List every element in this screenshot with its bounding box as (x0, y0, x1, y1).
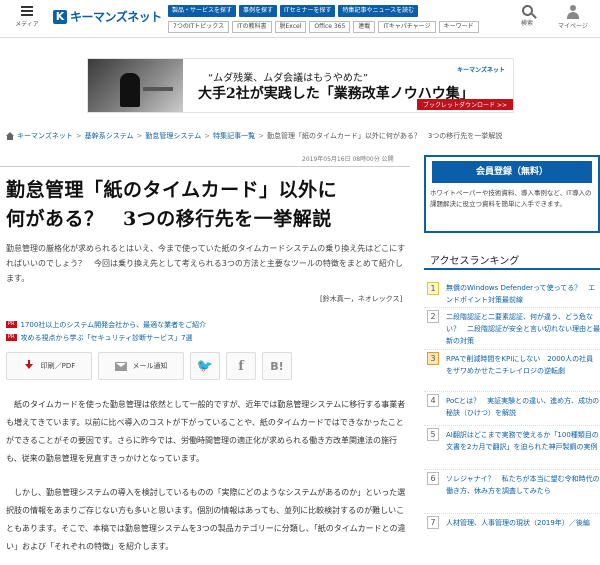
ranking-item[interactable]: 6 ソレジャナイ？ 私たちが本当に望む令和時代の働き方、休み方を調査してみたら (424, 470, 600, 514)
banner-download[interactable]: ブックレットダウンロード >> (417, 99, 513, 110)
search-button[interactable]: 検索 (507, 5, 547, 27)
nav-capacharge[interactable]: ITキャパチャージ (378, 21, 436, 33)
article-title-line1: 勤怠管理「紙のタイムカード」以外に (6, 179, 338, 201)
nav-topics[interactable]: 7つのITトピックス (168, 21, 230, 33)
download-icon (23, 360, 35, 372)
nav-excel[interactable]: 脱Excel (274, 21, 307, 33)
twitter-icon: 🐦 (196, 358, 214, 374)
pr-link-text: 攻める視点から学ぶ「セキュリティ診断サービス」7選 (20, 333, 193, 342)
banner-photo (88, 59, 183, 112)
pr-link-text: 1700社以上のシステム開発会社から、最適な業者をご紹介 (20, 320, 207, 329)
ranking-item[interactable]: 4 PoCとは？ 実証実験との違い、進め方、成功の秘訣（ひけつ）を解説 (424, 392, 600, 426)
ad-banner[interactable]: キーマンズネット “ムダ残業、ムダ会議はもうやめた” 大手2社が実践した「業務改… (87, 58, 514, 113)
hatena-icon: B! (270, 359, 284, 373)
article-lead: 勤怠管理の厳格化が求められるとはいえ、今まで使っていた紙のタイムカードシステムの… (6, 244, 406, 283)
rank-number: 3 (427, 352, 439, 365)
nav-products[interactable]: 製品・サービスを探す (168, 5, 237, 17)
rank-number: 5 (427, 428, 439, 441)
publish-date: 2019年05月16日 08時00分 公開 (302, 156, 394, 163)
breadcrumb-attendance[interactable]: 勤怠管理システム (145, 131, 201, 141)
nav-articles[interactable]: 特集記事やニュースを読む (338, 5, 419, 17)
ranking-item-text: AI翻訳はどこまで実務で使えるか「100種類目の文書を2カ月で翻訳」を迫られた神… (446, 431, 599, 451)
rank-number: 1 (427, 282, 439, 295)
hamburger-icon (21, 6, 33, 16)
menu-button[interactable]: メディア (14, 6, 40, 28)
home-icon (6, 132, 14, 140)
ranking-item[interactable]: 5 AI翻訳はどこまで実務で使えるか「100種類目の文書を2カ月で翻訳」を迫られ… (424, 426, 600, 470)
rank-number: 6 (427, 472, 439, 485)
search-icon (521, 5, 533, 16)
ranking-list: 1 無償のWindows Defenderって使ってる？ エンドポイント対策最前… (424, 280, 600, 544)
ranking-item[interactable]: 1 無償のWindows Defenderって使ってる？ エンドポイント対策最前… (424, 280, 600, 308)
article-title-line2: 何がある？ 3つの移行先を一挙解説 (6, 208, 332, 230)
rank-number: 4 (427, 394, 439, 407)
rank-number: 2 (427, 310, 439, 323)
facebook-icon: f (238, 358, 244, 374)
nav-office365[interactable]: Office 365 (309, 21, 351, 33)
register-box: 会員登録（無料） ホワイトペーパーや技術資料、導入事例など、IT導入の課題解決に… (424, 155, 600, 233)
breadcrumb: キーマンズネット > 基幹系システム > 勤怠管理システム > 特集記事一覧 >… (6, 131, 502, 141)
print-pdf-label: 印刷／PDF (40, 362, 76, 370)
nav-textbook[interactable]: ITの教科書 (232, 21, 272, 33)
ranking-item-text: 人材管理、人事管理の現状（2019年）／後編 (446, 519, 590, 527)
primary-nav: 製品・サービスを探す 事例を探す ITセミナーを探す 特集記事やニュースを読む (168, 5, 419, 17)
facebook-share-button[interactable]: f (226, 352, 256, 380)
banner-logo: キーマンズネット (457, 67, 505, 74)
breadcrumb-core-systems[interactable]: 基幹系システム (85, 131, 134, 141)
logo-text: キーマンズネット (70, 10, 162, 24)
article-title: 勤怠管理「紙のタイムカード」以外に 何がある？ 3つの移行先を一挙解説 (6, 176, 406, 234)
breadcrumb-current: 勤怠管理「紙のタイムカード」以外に何がある？ 3つの移行先を一挙解説 (266, 132, 503, 140)
pr-badge: PR (6, 334, 17, 341)
ranking-item[interactable]: 3 RPAで削減時間をKPIにしない 2000人の社員をザワめかせたニチレイロジ… (424, 350, 600, 392)
pr-link[interactable]: PR 1700社以上のシステム開発会社から、最適な業者をご紹介 (6, 318, 206, 331)
breadcrumb-home[interactable]: キーマンズネット (17, 131, 73, 141)
register-button[interactable]: 会員登録（無料） (432, 161, 592, 183)
mail-notify-label: メール通知 (132, 362, 168, 370)
nav-cases[interactable]: 事例を探す (239, 5, 278, 17)
nav-series[interactable]: 連載 (353, 21, 376, 33)
ranking-item[interactable]: 7 人材管理、人事管理の現状（2019年）／後編 (424, 514, 600, 544)
banner-quote: “ムダ残業、ムダ会議はもうやめた” (208, 73, 369, 84)
search-label: 検索 (520, 20, 533, 27)
mail-notify-button[interactable]: メール通知 (98, 352, 184, 380)
hatena-share-button[interactable]: B! (262, 352, 292, 380)
pr-badge: PR (6, 321, 17, 328)
mail-icon (114, 361, 127, 371)
article-paragraph: しかし、勤怠管理システムの導入を検討しているものの「実際にどのようなシステムがあ… (6, 488, 406, 551)
pr-link[interactable]: PR 攻める視点から学ぶ「セキュリティ診断サービス」7選 (6, 331, 206, 344)
nav-keyword[interactable]: キーワード (438, 21, 479, 33)
share-bar: 印刷／PDF メール通知 🐦 f B! (6, 352, 292, 380)
breadcrumb-features[interactable]: 特集記事一覧 (213, 131, 255, 141)
article-paragraph: 紙のタイムカードを使った勤怠管理は依然として一般的ですが、近年では勤怠管理システ… (6, 400, 406, 463)
nav-seminars[interactable]: ITセミナーを探す (280, 5, 336, 17)
twitter-share-button[interactable]: 🐦 (190, 352, 220, 380)
register-description: ホワイトペーパーや技術資料、導入事例など、IT導入の課題解決に役立つ資料を簡単に… (430, 189, 592, 208)
ranking-item-text: RPAで削減時間をKPIにしない 2000人の社員をザワめかせたニチレイロジの逆… (446, 355, 594, 375)
site-logo[interactable]: K キーマンズネット (53, 8, 162, 25)
article-byline[interactable]: [鈴木真一，ネオレックス] (320, 294, 402, 304)
logo-mark: K (53, 9, 67, 24)
secondary-nav: 7つのITトピックス ITの教科書 脱Excel Office 365 連載 I… (168, 21, 479, 33)
site-header: メディア K キーマンズネット 製品・サービスを探す 事例を探す ITセミナーを… (0, 0, 600, 38)
pr-links: PR 1700社以上のシステム開発会社から、最適な業者をご紹介 PR 攻める視点… (6, 318, 206, 344)
rank-number: 7 (427, 516, 439, 529)
ranking-item-text: ソレジャナイ？ 私たちが本当に望む令和時代の働き方、休み方を調査してみたら (446, 475, 600, 495)
ranking-item-text: 無償のWindows Defenderって使ってる？ エンドポイント対策最前線 (446, 284, 596, 304)
print-pdf-button[interactable]: 印刷／PDF (6, 352, 92, 380)
ranking-title: アクセスランキング (430, 256, 520, 267)
menu-label: メディア (15, 21, 39, 28)
ranking-item-text: PoCとは？ 実証実験との違い、進め方、成功の秘訣（ひけつ）を解説 (446, 397, 600, 417)
ranking-item-text: 二段階認証と二要素認証、何が違う、どう危ない？ 二段階認証が安全と言い切れない理… (446, 313, 600, 345)
mypage-button[interactable]: マイページ (553, 5, 593, 30)
ranking-item[interactable]: 2 二段階認証と二要素認証、何が違う、どう危ない？ 二段階認証が安全と言い切れな… (424, 308, 600, 350)
user-icon (566, 5, 580, 19)
mypage-label: マイページ (558, 23, 588, 30)
